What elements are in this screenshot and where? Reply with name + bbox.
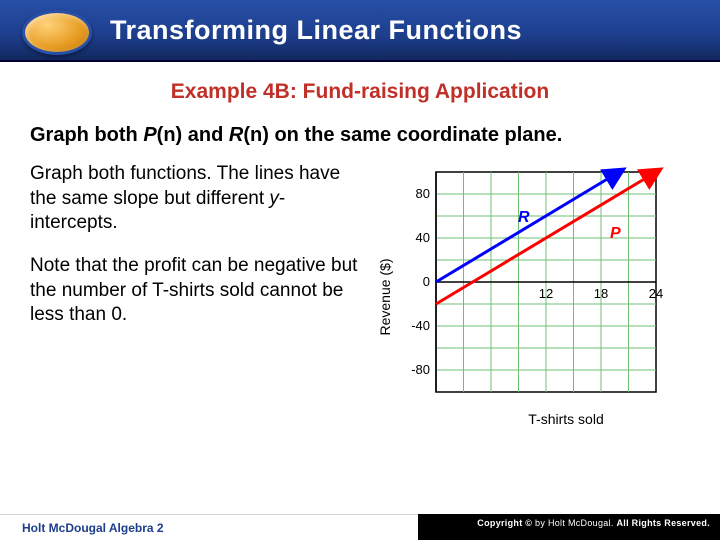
paragraph-2: Note that the profit can be negative but… [30,254,360,328]
content-area: Example 4B: Fund-raising Application Gra… [0,62,720,514]
title-bar: Transforming Linear Functions [0,0,720,62]
para1-a: Graph both functions. The lines have the… [30,163,340,209]
xtick-24: 24 [649,286,663,301]
legend-r: R [518,209,530,226]
para1-y: y [269,188,279,209]
copyright-text: Copyright © by Holt McDougal. All Rights… [477,518,710,528]
prompt-tail: on the same coordinate plane. [269,124,562,146]
chart-svg: Revenue ($) [376,162,686,442]
ytick-m40: -40 [411,318,430,333]
prompt-arg1: (n) [157,124,183,146]
footer-book-title: Holt McDougal Algebra 2 [0,514,418,540]
problem-prompt: Graph both P(n) and R(n) on the same coo… [30,122,690,148]
paragraph-1: Graph both functions. The lines have the… [30,162,360,236]
prompt-function-p: P [143,124,156,146]
y-ticks: 80 40 0 -40 -80 [411,186,430,377]
x-axis-label: T-shirts sold [528,411,603,427]
footer-copyright-bar: Copyright © by Holt McDougal. All Rights… [418,514,720,540]
y-axis-label: Revenue ($) [377,258,393,335]
slide: Transforming Linear Functions Example 4B… [0,0,720,540]
prompt-function-r: R [229,124,243,146]
body-row: Graph both functions. The lines have the… [30,162,690,442]
prompt-and: and [182,124,229,146]
xtick-12: 12 [539,286,553,301]
footer: Holt McDougal Algebra 2 Copyright © by H… [0,514,720,540]
prompt-text: Graph both [30,124,143,146]
prompt-arg2: (n) [243,124,269,146]
ytick-40: 40 [416,230,430,245]
xtick-18: 18 [594,286,608,301]
plot-area: R P 80 40 0 -40 -80 12 18 [411,172,663,392]
logo-oval-icon [22,10,92,55]
chart: Revenue ($) [376,162,690,442]
ytick-m80: -80 [411,362,430,377]
body-text: Graph both functions. The lines have the… [30,162,360,442]
ytick-80: 80 [416,186,430,201]
ytick-0: 0 [423,274,430,289]
page-title: Transforming Linear Functions [110,15,522,46]
legend-p: P [610,225,621,242]
example-subtitle: Example 4B: Fund-raising Application [30,80,690,104]
